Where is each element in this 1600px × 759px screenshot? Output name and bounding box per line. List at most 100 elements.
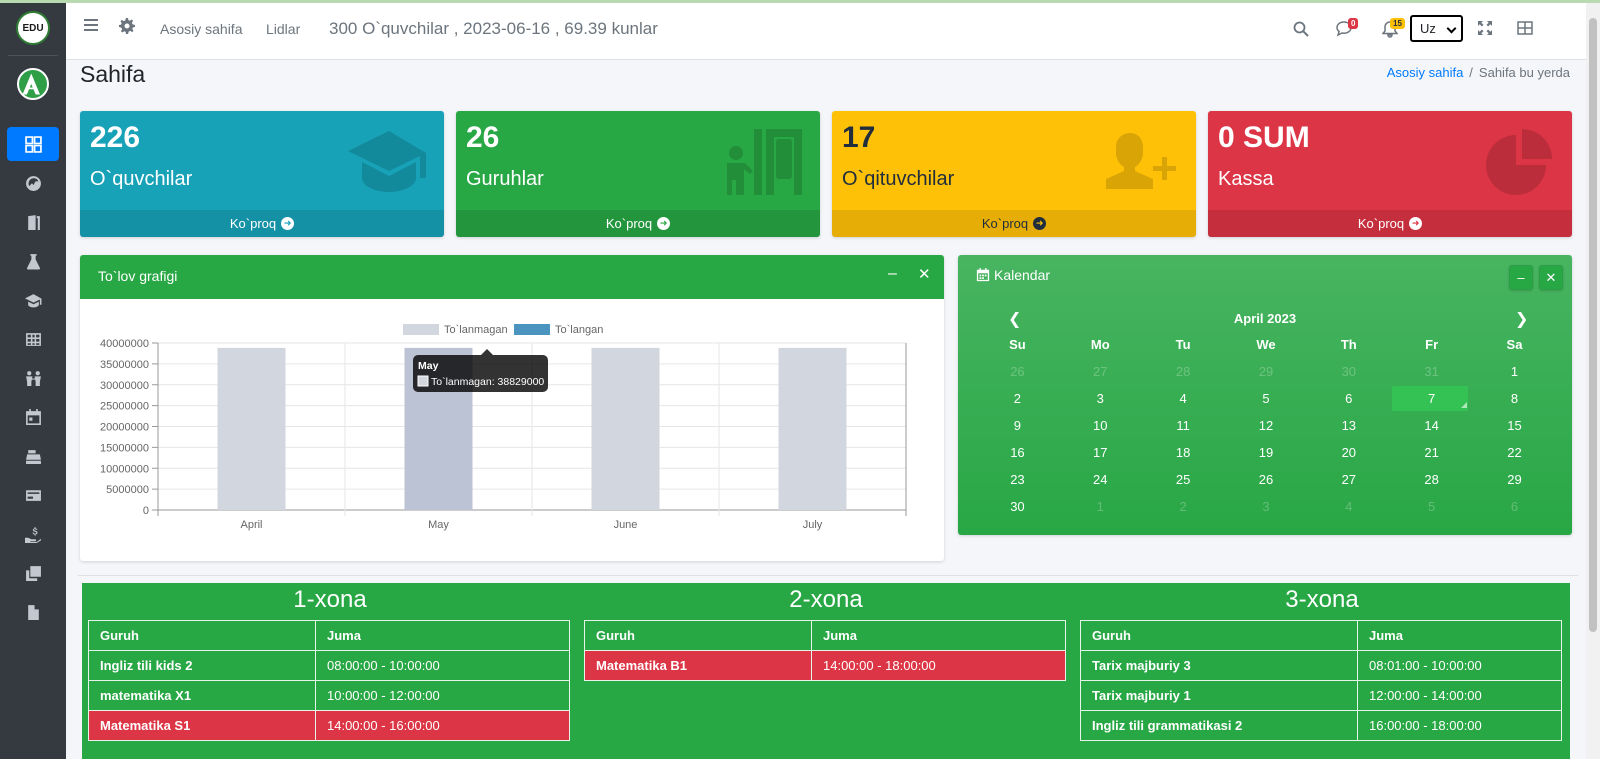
calendar-day[interactable]: 28 (1390, 466, 1473, 493)
sidebar-item-calendar[interactable] (7, 400, 59, 434)
calendar-day[interactable]: 5 (1390, 493, 1473, 520)
calendar-day[interactable]: 1 (1473, 358, 1556, 385)
page-scrollbar-thumb[interactable] (1589, 18, 1597, 632)
sidebar-item-table[interactable] (7, 322, 59, 356)
calendar-day[interactable]: 6 (1307, 385, 1390, 412)
calendar-day[interactable]: 8 (1473, 385, 1556, 412)
calendar-day[interactable]: 4 (1307, 493, 1390, 520)
calendar-day[interactable]: 5 (1225, 385, 1308, 412)
messages-button[interactable]: 0 (1336, 18, 1359, 42)
card-header: To`lov grafigi – ✕ (80, 255, 944, 299)
sidebar-item-speedometer[interactable] (7, 166, 59, 200)
collapse-button[interactable]: – (888, 265, 897, 283)
calendar-day[interactable]: 24 (1059, 466, 1142, 493)
control-sidebar-button[interactable] (1517, 21, 1533, 40)
calendar-day[interactable]: 14 (1390, 412, 1473, 439)
chalkboard-teacher-icon (727, 129, 802, 195)
more-info-link[interactable]: Ko`proq ➜ (1208, 210, 1572, 237)
close-button[interactable]: ✕ (1539, 265, 1563, 290)
settings-button[interactable] (119, 18, 135, 39)
calendar-day[interactable]: 15 (1473, 412, 1556, 439)
sidebar-item-door[interactable] (7, 205, 59, 239)
stat-box-teachers: 17 O`qituvchilar Ko`proq ➜ (832, 111, 1196, 237)
sidebar-item-card[interactable] (7, 478, 59, 512)
sidebar-item-cashier[interactable] (7, 439, 59, 473)
table-row[interactable]: Tarix majburiy 3 08:01:00 - 10:00:00 (1080, 650, 1562, 681)
table-header-row: Guruh Juma (88, 620, 570, 651)
calendar-day[interactable]: 12 (1225, 412, 1308, 439)
room-card-3: 3-xona Guruh Juma Tarix majburiy 3 08:01:… (1074, 583, 1570, 759)
brand-logo[interactable]: EDU (16, 11, 50, 45)
calendar-day-number: 4 (1345, 499, 1353, 514)
calendar-day[interactable]: 11 (1142, 412, 1225, 439)
time-cell: 10:00:00 - 12:00:00 (315, 680, 570, 711)
calendar-day[interactable]: 27 (1059, 358, 1142, 385)
table-row[interactable]: matematika X1 10:00:00 - 12:00:00 (88, 680, 570, 711)
calendar-day[interactable]: 13 (1307, 412, 1390, 439)
sidebar-item-students[interactable] (7, 283, 59, 317)
stat-label: O`quvchilar (90, 168, 193, 190)
sidebar-item-lab[interactable] (7, 244, 59, 278)
calendar-day-number: 14 (1424, 418, 1439, 433)
calendar-day[interactable]: 21 (1390, 439, 1473, 466)
calendar-day[interactable]: 16 (976, 439, 1059, 466)
calendar-day[interactable]: 26 (976, 358, 1059, 385)
close-button[interactable]: ✕ (918, 265, 931, 283)
calendar-day[interactable]: 2 (976, 385, 1059, 412)
nav-link-leads[interactable]: Lidlar (266, 21, 300, 37)
search-button[interactable] (1293, 21, 1309, 42)
calendar-day-number: 9 (1013, 418, 1022, 433)
calendar-day[interactable]: 30 (1307, 358, 1390, 385)
more-info-link[interactable]: Ko`proq ➜ (456, 210, 820, 237)
notifications-button[interactable]: 15 (1381, 18, 1405, 43)
calendar-day[interactable]: 31 (1390, 358, 1473, 385)
calendar-day[interactable]: 6 (1473, 493, 1556, 520)
nav-link-home[interactable]: Asosiy sahifa (160, 21, 242, 37)
sidebar-item-teachers[interactable] (7, 361, 59, 395)
calendar-day[interactable]: 4 (1142, 385, 1225, 412)
table-row[interactable]: Ingliz tili grammatikasi 2 16:00:00 - 18:… (1080, 710, 1562, 741)
breadcrumb-home-link[interactable]: Asosiy sahifa (1387, 65, 1464, 80)
calendar-day[interactable]: 2 (1142, 493, 1225, 520)
calendar-day[interactable]: 22 (1473, 439, 1556, 466)
calendar-day-today[interactable]: 7 (1390, 385, 1473, 412)
calendar-day[interactable]: 27 (1307, 466, 1390, 493)
more-info-link[interactable]: Ko`proq ➜ (832, 210, 1196, 237)
arrow-circle-right-icon: ➜ (1409, 217, 1423, 230)
collapse-button[interactable]: – (1509, 265, 1533, 290)
room-schedule-table: Guruh Juma Ingliz tili kids 2 08:00:00 - … (88, 620, 570, 741)
calendar-day[interactable]: 3 (1059, 385, 1142, 412)
calendar-day[interactable]: 30 (976, 493, 1059, 520)
calendar-day[interactable]: 29 (1473, 466, 1556, 493)
fullscreen-button[interactable] (1478, 21, 1492, 40)
next-month-button[interactable]: ❯ (1515, 309, 1528, 329)
calendar-day[interactable]: 28 (1142, 358, 1225, 385)
stat-box-cashier: 0 SUM Kassa Ko`proq ➜ (1208, 111, 1572, 237)
calendar-day[interactable]: 19 (1225, 439, 1308, 466)
table-row[interactable]: Matematika B1 14:00:00 - 18:00:00 (584, 650, 1066, 681)
more-info-link[interactable]: Ko`proq ➜ (80, 210, 444, 237)
table-row[interactable]: Tarix majburiy 1 12:00:00 - 14:00:00 (1080, 680, 1562, 711)
table-row[interactable]: Ingliz tili kids 2 08:00:00 - 10:00:00 (88, 650, 570, 681)
table-row[interactable]: Matematika S1 14:00:00 - 16:00:00 (88, 710, 570, 741)
language-select[interactable]: Uz (1410, 15, 1463, 42)
menu-toggle-button[interactable] (84, 19, 100, 38)
calendar-day[interactable]: 3 (1225, 493, 1308, 520)
calendar-day[interactable]: 18 (1142, 439, 1225, 466)
sidebar-item-copies[interactable] (7, 556, 59, 590)
calendar-day[interactable]: 1 (1059, 493, 1142, 520)
sidebar-item-files[interactable] (7, 595, 59, 629)
calendar-day[interactable]: 9 (976, 412, 1059, 439)
calendar-day[interactable]: 17 (1059, 439, 1142, 466)
calendar-day[interactable]: 23 (976, 466, 1059, 493)
breadcrumb: Asosiy sahifa / Sahifa bu yerda (1386, 65, 1570, 80)
user-avatar[interactable] (17, 68, 49, 100)
room-title: 1-xona (293, 586, 367, 613)
calendar-day[interactable]: 10 (1059, 412, 1142, 439)
calendar-day[interactable]: 20 (1307, 439, 1390, 466)
calendar-day[interactable]: 29 (1225, 358, 1308, 385)
sidebar-item-payments[interactable] (7, 517, 59, 551)
calendar-day[interactable]: 26 (1225, 466, 1308, 493)
sidebar-item-dashboard[interactable] (7, 127, 59, 161)
calendar-day[interactable]: 25 (1142, 466, 1225, 493)
